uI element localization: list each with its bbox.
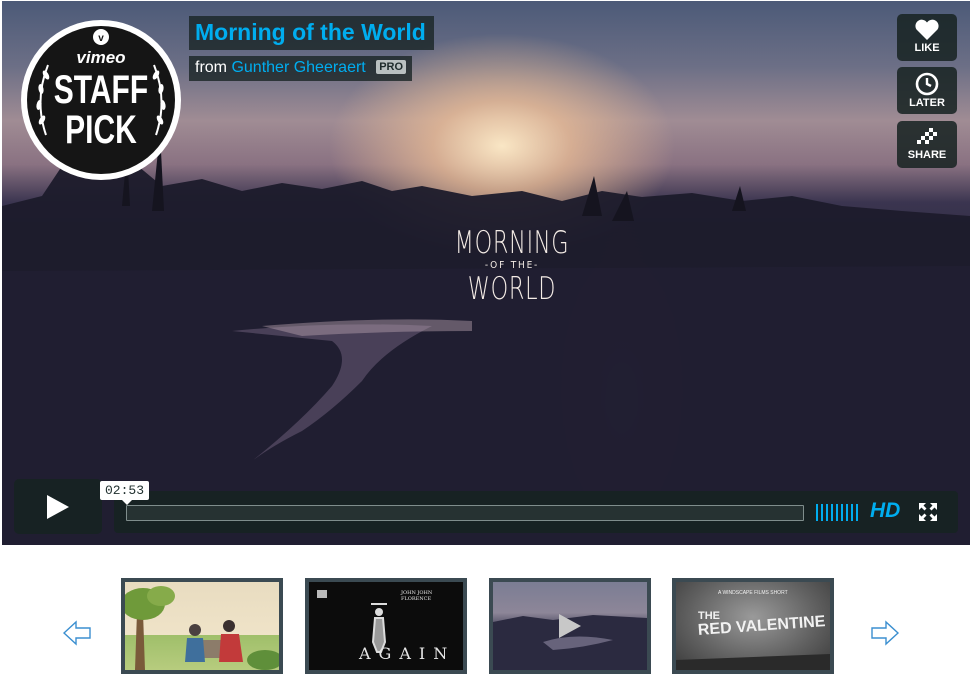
staff-pick-brand: vimeo — [76, 48, 125, 67]
hd-button[interactable]: HD — [870, 499, 900, 523]
share-label: SHARE — [907, 149, 947, 161]
play-icon — [47, 495, 69, 519]
staff-pick-line-1: STAFF — [54, 68, 148, 112]
arrow-left-icon[interactable] — [62, 620, 92, 646]
thumb-title: AGAIN — [359, 644, 456, 663]
share-icon — [917, 128, 937, 144]
video-title[interactable]: Morning of the World — [195, 19, 426, 46]
volume-bar — [831, 504, 833, 521]
related-video-thumb[interactable] — [489, 578, 651, 674]
title-card-line-1: MORNING — [454, 225, 570, 261]
timestamp-tooltip: 02:53 — [100, 481, 150, 505]
svg-text:v: v — [98, 33, 104, 44]
volume-bar — [851, 504, 853, 521]
volume-control[interactable] — [816, 504, 864, 521]
author-link[interactable]: Gunther Gheeraert — [231, 59, 365, 76]
staff-pick-line-2: PICK — [65, 108, 137, 152]
heart-icon — [915, 19, 939, 40]
share-button[interactable]: SHARE — [897, 121, 957, 168]
pro-badge: PRO — [376, 60, 407, 74]
related-video-thumb[interactable]: A WINDSCAPE FILMS SHORT THE RED VALENTIN… — [672, 578, 834, 674]
clock-icon — [915, 72, 939, 96]
later-label: LATER — [909, 97, 945, 109]
byline-from-label: from — [195, 59, 227, 76]
volume-bar — [841, 504, 843, 521]
volume-bar — [816, 504, 818, 521]
thumb-illustration — [125, 586, 279, 670]
volume-bar — [856, 504, 858, 521]
watch-later-button[interactable]: LATER — [897, 67, 957, 114]
related-video-thumb[interactable]: JOHN JOHN FLORENCE AGAIN — [305, 578, 467, 674]
play-icon — [559, 614, 581, 638]
volume-bar — [846, 504, 848, 521]
volume-bar — [821, 504, 823, 521]
title-card-line-3: WORLD — [467, 271, 557, 307]
volume-bar — [836, 504, 838, 521]
video-byline: from Gunther Gheeraert PRO — [189, 56, 413, 81]
control-bar: HD — [114, 491, 958, 533]
thumb-ground — [676, 654, 830, 670]
staff-pick-badge[interactable]: v vimeo STAFF PICK — [16, 15, 186, 185]
related-video-thumb[interactable] — [121, 578, 283, 674]
arrow-right-icon[interactable] — [870, 620, 900, 646]
like-button[interactable]: LIKE — [897, 14, 957, 61]
play-button[interactable] — [14, 479, 102, 534]
volume-bar — [826, 504, 828, 521]
title-card: MORNING -OF THE- WORLD — [422, 226, 602, 306]
progress-bar[interactable] — [126, 505, 804, 521]
fullscreen-icon[interactable] — [919, 503, 937, 521]
video-title-box[interactable]: Morning of the World — [189, 16, 434, 50]
like-label: LIKE — [914, 42, 940, 54]
video-player[interactable]: MORNING -OF THE- WORLD v vimeo STAFF PIC… — [2, 1, 970, 545]
